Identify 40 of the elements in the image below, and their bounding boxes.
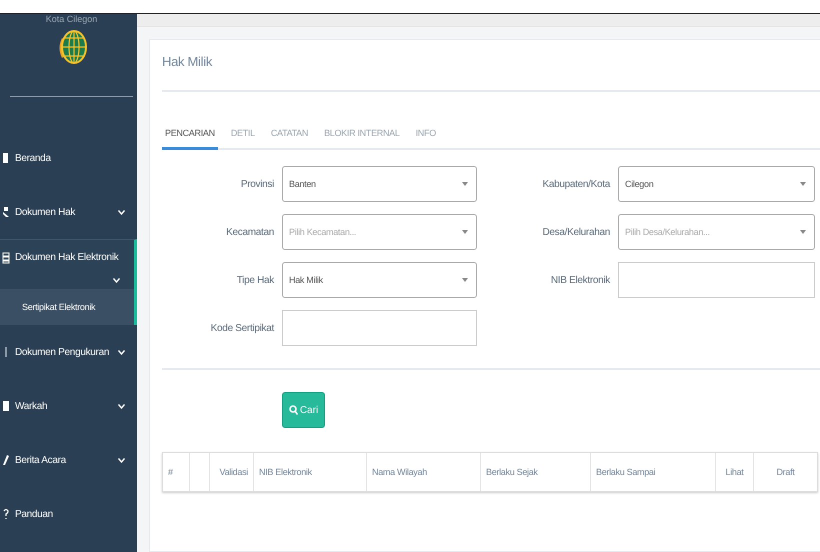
- menu-item[interactable]: Warkah: [0, 379, 137, 433]
- column-header: Validasi: [210, 453, 254, 491]
- select-field[interactable]: Cilegon: [618, 166, 815, 202]
- field-label: Desa/Kelurahan: [541, 226, 610, 238]
- caret-icon: [800, 230, 806, 234]
- caret-icon: [462, 278, 468, 282]
- menu-item[interactable]: Panduan: [0, 487, 137, 541]
- input-field[interactable]: [618, 262, 815, 298]
- column-header: Berlaku Sejak: [481, 453, 591, 491]
- menu-item[interactable]: Dokumen Hak Elektronik: [0, 239, 137, 289]
- caret-icon: [462, 182, 468, 186]
- column-header: Draft: [775, 466, 796, 479]
- caret-icon: [462, 230, 468, 234]
- field-label: NIB Elektronik: [550, 274, 610, 286]
- menu-item[interactable]: Beranda: [0, 131, 137, 185]
- column-header: Berlaku Sampai: [591, 453, 716, 491]
- help-icon: [2, 508, 10, 520]
- caret-icon: [800, 182, 806, 186]
- logo-caption: Kota Cilegon: [46, 15, 98, 24]
- field-label: Kecamatan: [225, 226, 274, 238]
- select-field[interactable]: Hak Milik: [282, 262, 477, 298]
- column-header: NIB Elektronik: [254, 453, 367, 491]
- select-field[interactable]: Banten: [282, 166, 477, 202]
- submenu-item[interactable]: Sertipikat Elektronik: [0, 289, 137, 325]
- field-label: Provinsi: [240, 178, 274, 190]
- column-header: Lihat: [716, 453, 754, 491]
- tab[interactable]: PENCARIAN: [162, 122, 218, 150]
- menu-item[interactable]: Dokumen Pengukuran: [0, 325, 137, 379]
- field-label: Tipe Hak: [236, 274, 274, 286]
- menu-item[interactable]: Dokumen Hak: [0, 185, 137, 239]
- column-header: Nama Wilayah: [367, 453, 481, 491]
- input-field[interactable]: [282, 310, 477, 346]
- column-header: #: [163, 453, 190, 491]
- search-icon: [288, 405, 298, 415]
- grid-icon: [2, 252, 10, 264]
- field-label: Kode Sertipikat: [210, 322, 274, 334]
- pen-icon: [2, 454, 10, 466]
- menu-item[interactable]: Berita Acara: [0, 433, 137, 487]
- field-label: Kabupaten/Kota: [541, 178, 610, 190]
- page-title: Hak Milik: [162, 54, 214, 71]
